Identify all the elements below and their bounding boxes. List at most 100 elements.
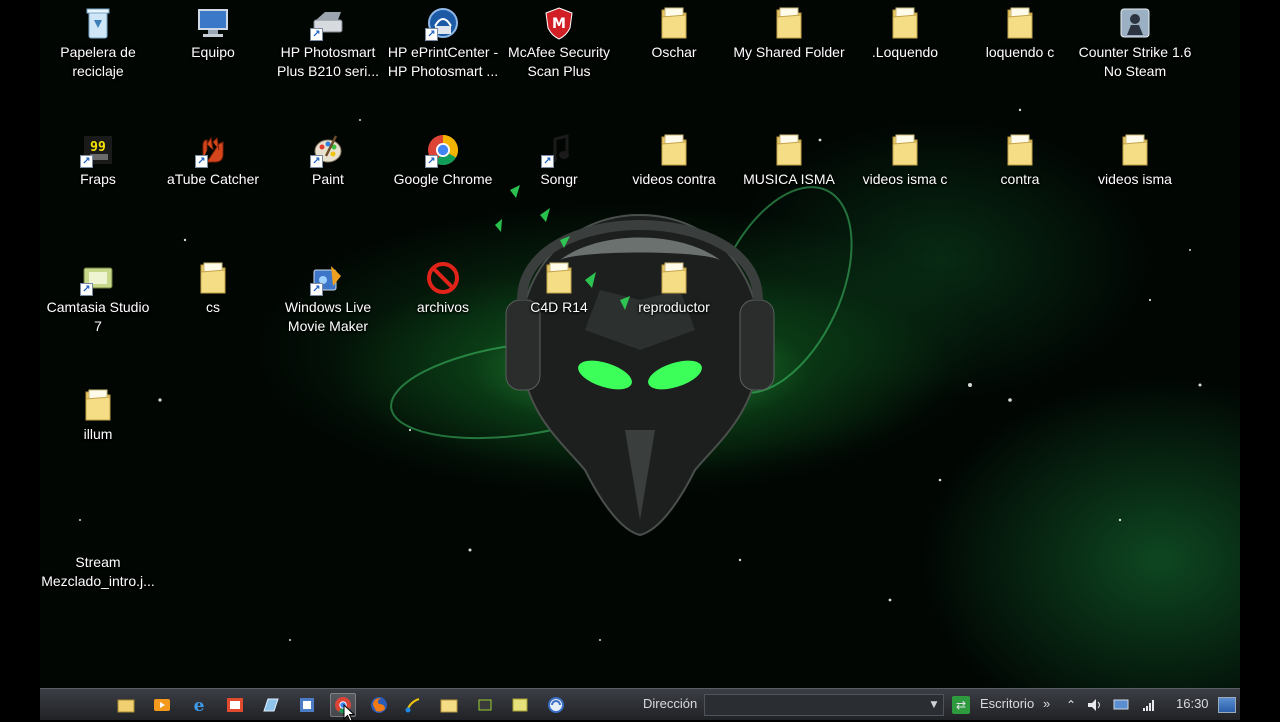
svg-text:99: 99	[90, 140, 106, 155]
desktop-icon[interactable]: contra	[962, 132, 1078, 189]
mouse-cursor-icon	[343, 704, 355, 722]
volume-icon[interactable]	[1086, 696, 1104, 714]
desktop[interactable]: Papelera de reciclaje Equipo ↗ HP Photosmar…	[40, 0, 1240, 688]
fraps-icon: 99 ↗	[80, 132, 116, 168]
computer-icon	[195, 5, 231, 41]
desktop-icon-label: contra	[1000, 171, 1040, 187]
address-toolbar-label: Dirección	[643, 696, 698, 711]
taskbar-button-notepad[interactable]	[258, 693, 284, 717]
desktop-icon[interactable]: loquendo c	[962, 5, 1078, 62]
media-player-icon	[153, 697, 171, 713]
counter-strike-icon	[1117, 5, 1153, 41]
desktop-icon-label: Counter Strike 1.6 No Steam	[1078, 44, 1192, 79]
desktop-icon[interactable]: C4D R14	[501, 260, 617, 317]
desktop-icon[interactable]: ↗ HP ePrintCenter - HP Photosmart ...	[385, 5, 501, 81]
address-input[interactable]	[704, 694, 944, 716]
wallpaper-alien-skull	[79, 108, 1202, 641]
desktop-icon[interactable]: videos contra	[616, 132, 732, 189]
taskbar-button-sync[interactable]	[543, 693, 569, 717]
paint-palette-icon: ↗	[310, 132, 346, 168]
folder-icon	[771, 5, 807, 41]
taskbar-button-internet-explorer[interactable]: e	[186, 693, 212, 717]
folder-icon	[1117, 132, 1153, 168]
folder-icon	[80, 387, 116, 423]
shortcut-arrow-icon: ↗	[425, 28, 438, 41]
toolbar-overflow-chevron[interactable]: »	[1043, 696, 1050, 711]
desktop-icon-label: .Loquendo	[871, 44, 939, 60]
desktop-icon[interactable]: ↗ aTube Catcher	[155, 132, 271, 189]
desktop-icon-label: HP ePrintCenter - HP Photosmart ...	[387, 44, 499, 79]
folder-icon	[541, 260, 577, 296]
folder-icon	[771, 132, 807, 168]
taskbar-button-firefox[interactable]	[366, 693, 392, 717]
desktop-icon[interactable]: reproductor	[616, 260, 732, 317]
desktop-icon-label: Oschar	[651, 44, 697, 60]
folder-icon	[656, 5, 692, 41]
show-desktop-button[interactable]	[1218, 697, 1236, 713]
taskbar-button-notes[interactable]	[507, 693, 533, 717]
eprint-icon: ↗	[425, 5, 461, 41]
firefox-icon	[370, 696, 388, 714]
notepad-icon	[262, 697, 280, 713]
desktop-icon-label: Paint	[312, 171, 344, 187]
camtasia-icon: ↗	[80, 260, 116, 296]
letterbox-right	[1240, 0, 1280, 720]
desktop-icon-label: Songr	[540, 171, 578, 187]
network-monitor-icon[interactable]	[1112, 696, 1130, 714]
scanner-icon: ↗	[310, 5, 346, 41]
desktop-icon-label: archivos	[416, 299, 470, 315]
taskbar-button-tool[interactable]	[472, 693, 498, 717]
folder-icon	[887, 132, 923, 168]
svg-text:M: M	[552, 16, 566, 32]
desktop-icon[interactable]: ↗ Windows Live Movie Maker	[270, 260, 386, 336]
show-hidden-icons-arrow-icon[interactable]: ⌃	[1062, 696, 1080, 714]
desktop-icon-label: aTube Catcher	[166, 171, 260, 187]
folder-icon	[1002, 5, 1038, 41]
shortcut-arrow-icon: ↗	[310, 283, 323, 296]
desktop-icon-label: Google Chrome	[393, 171, 493, 187]
desktop-icon[interactable]: Stream Mezclado_intro.j...	[40, 515, 156, 591]
signal-strength-icon[interactable]	[1140, 696, 1158, 714]
desktop-icon[interactable]: ↗ HP Photosmart Plus B210 seri...	[270, 5, 386, 81]
desktop-toolbar-icon[interactable]: ⇄	[952, 696, 970, 714]
desktop-icon-label: Equipo	[191, 44, 235, 60]
desktop-icon[interactable]: .Loquendo	[847, 5, 963, 62]
desktop-icon-label: loquendo c	[985, 44, 1055, 60]
desktop-icon[interactable]: My Shared Folder	[731, 5, 847, 62]
taskbar-button-explorer-folder[interactable]	[113, 693, 139, 717]
shortcut-arrow-icon: ↗	[80, 155, 93, 168]
desktop-icon[interactable]: ↗ Songr	[501, 132, 617, 189]
desktop-icon[interactable]: Counter Strike 1.6 No Steam	[1077, 5, 1193, 81]
desktop-icon[interactable]: ↗ Google Chrome	[385, 132, 501, 189]
clock[interactable]: 16:30	[1176, 696, 1209, 711]
taskbar-button-media-player[interactable]	[149, 693, 175, 717]
desktop-icon[interactable]: Oschar	[616, 5, 732, 62]
document-icon	[298, 697, 316, 713]
folder-icon	[195, 260, 231, 296]
desktop-icon[interactable]: videos isma	[1077, 132, 1193, 189]
desktop-icon[interactable]: Equipo	[155, 5, 271, 62]
desktop-icon[interactable]: illum	[40, 387, 156, 444]
desktop-icon[interactable]: archivos	[385, 260, 501, 317]
address-dropdown-button[interactable]: ▼	[924, 694, 944, 716]
desktop-icon[interactable]: ↗ Paint	[270, 132, 386, 189]
desktop-icon[interactable]: Papelera de reciclaje	[40, 5, 156, 81]
desktop-icon-label: videos isma	[1098, 171, 1172, 187]
photo-app-icon	[226, 697, 244, 713]
desktop-icon[interactable]: 99 ↗ Fraps	[40, 132, 156, 189]
desktop-icon[interactable]: cs	[155, 260, 271, 317]
desktop-icon[interactable]: M McAfee Security Scan Plus	[501, 5, 617, 81]
taskbar-button-photo-app[interactable]	[222, 693, 248, 717]
taskbar-button-paint-tool[interactable]	[400, 693, 426, 717]
desktop-icon[interactable]: ↗ Camtasia Studio 7	[40, 260, 156, 336]
desktop-icon[interactable]: MUSICA ISMA	[731, 132, 847, 189]
atube-catcher-icon: ↗	[195, 132, 231, 168]
desktop-icon-label: reproductor	[638, 299, 710, 315]
desktop-icon[interactable]: videos isma c	[847, 132, 963, 189]
movie-maker-icon: ↗	[310, 260, 346, 296]
taskbar-button-document[interactable]	[294, 693, 320, 717]
taskbar-button-folder[interactable]	[436, 693, 462, 717]
shortcut-arrow-icon: ↗	[541, 155, 554, 168]
desktop-toolbar-label[interactable]: Escritorio	[980, 696, 1034, 711]
desktop-icon-label: My Shared Folder	[733, 44, 845, 60]
